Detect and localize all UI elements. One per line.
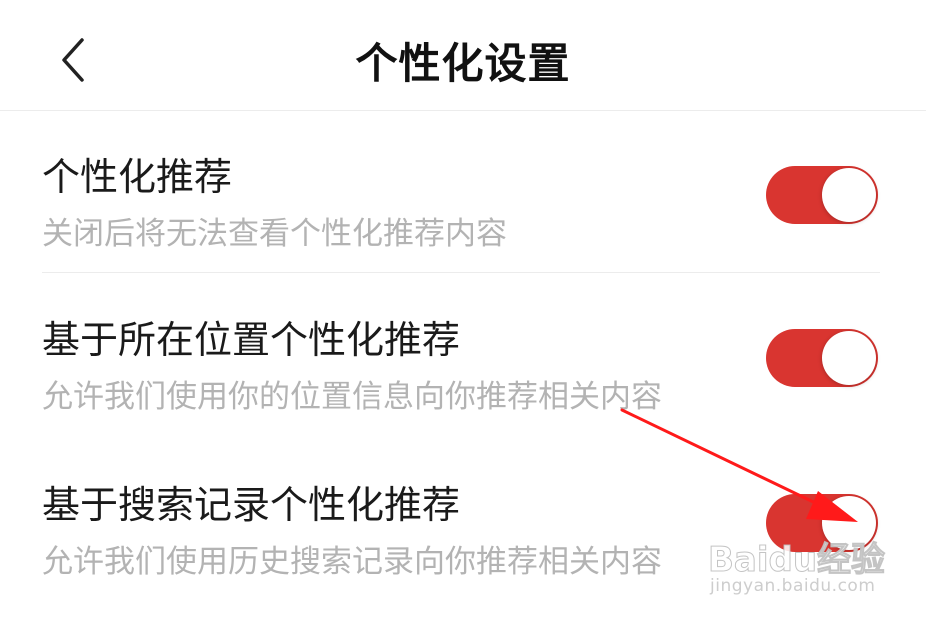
setting-title: 基于搜索记录个性化推荐 — [42, 483, 461, 527]
page-title: 个性化设置 — [355, 39, 571, 88]
toggle-knob — [822, 496, 876, 550]
setting-title: 基于所在位置个性化推荐 — [42, 318, 461, 362]
top-bar: 个性化设置 — [0, 0, 926, 111]
row-divider — [42, 272, 880, 273]
search-history-recommendation-toggle[interactable] — [766, 494, 878, 552]
setting-description: 允许我们使用历史搜索记录向你推荐相关内容 — [42, 544, 662, 580]
settings-screen: 个性化设置 个性化推荐 关闭后将无法查看个性化推荐内容 基于所在位置个性化推荐 … — [0, 0, 926, 617]
setting-personalized-recommendation: 个性化推荐 关闭后将无法查看个性化推荐内容 — [42, 112, 882, 262]
setting-description: 允许我们使用你的位置信息向你推荐相关内容 — [42, 379, 662, 415]
toggle-knob — [822, 331, 876, 385]
setting-description: 关闭后将无法查看个性化推荐内容 — [42, 216, 507, 252]
toggle-knob — [822, 168, 876, 222]
location-recommendation-toggle[interactable] — [766, 329, 878, 387]
personalized-recommendation-toggle[interactable] — [766, 166, 878, 224]
setting-location-recommendation: 基于所在位置个性化推荐 允许我们使用你的位置信息向你推荐相关内容 — [42, 275, 882, 425]
setting-title: 个性化推荐 — [42, 155, 233, 199]
setting-search-history-recommendation: 基于搜索记录个性化推荐 允许我们使用历史搜索记录向你推荐相关内容 — [42, 440, 882, 590]
